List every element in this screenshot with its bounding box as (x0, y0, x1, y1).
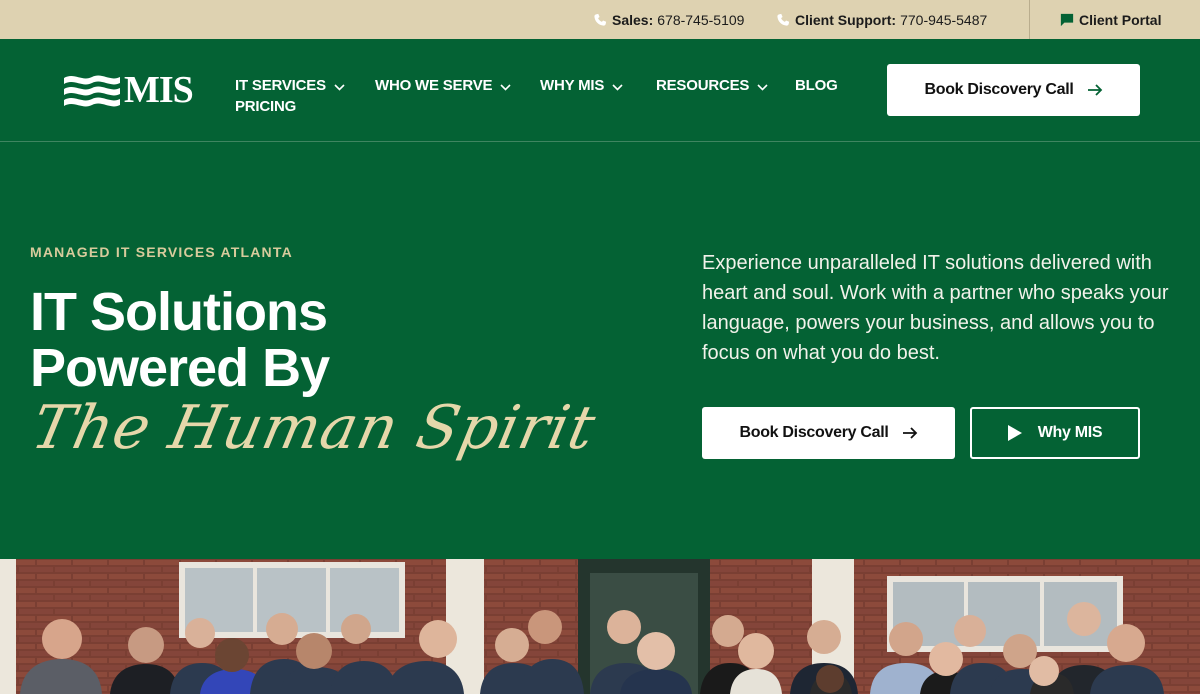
button-label: Book Discovery Call (739, 424, 889, 441)
nav-label: WHY MIS (540, 77, 605, 94)
hero-headline: IT Solutions Powered By (30, 282, 330, 398)
chat-icon (1060, 13, 1074, 26)
sales-phone: 678-745-5109 (657, 11, 745, 28)
support-phone: 770-945-5487 (900, 11, 988, 28)
nav-label: BLOG (795, 77, 838, 94)
book-discovery-call-button[interactable]: Book Discovery Call (887, 64, 1140, 116)
button-label: Book Discovery Call (924, 81, 1074, 98)
main-header: MIS IT SERVICES WHO WE SERVE WHY MIS RES… (0, 39, 1200, 142)
nav-it-services[interactable]: IT SERVICES (235, 77, 345, 94)
phone-icon (777, 13, 790, 26)
sales-phone-link[interactable]: Sales: 678-745-5109 (593, 0, 744, 39)
button-label: Why MIS (1037, 424, 1103, 441)
nav-label: IT SERVICES (235, 77, 326, 94)
hero-book-discovery-call-button[interactable]: Book Discovery Call (702, 407, 955, 459)
nav-blog[interactable]: BLOG (795, 77, 838, 94)
topbar-divider (1029, 0, 1030, 39)
nav-pricing[interactable]: PRICING (235, 98, 296, 115)
phone-icon (594, 13, 607, 26)
chevron-down-icon (757, 84, 768, 91)
nav-resources[interactable]: RESOURCES (656, 77, 768, 94)
arrow-right-icon (902, 427, 917, 439)
team-photo (0, 559, 1200, 694)
arrow-right-icon (1087, 84, 1102, 96)
headline-line-2: Powered By (30, 338, 330, 398)
support-label: Client Support: (795, 11, 897, 28)
nav-why-mis[interactable]: WHY MIS (540, 77, 623, 94)
chevron-down-icon (612, 84, 623, 91)
support-phone-link[interactable]: Client Support: 770-945-5487 (776, 0, 987, 39)
play-icon (1007, 425, 1022, 441)
nav-label: RESOURCES (656, 77, 750, 94)
logo-text: MIS (124, 69, 194, 111)
wave-logo-icon (64, 75, 120, 107)
nav-label: WHO WE SERVE (375, 77, 493, 94)
hero-intro-text: Experience unparalleled IT solutions del… (702, 252, 1169, 364)
client-portal-link[interactable]: Client Portal (1060, 0, 1161, 39)
mis-logo[interactable]: MIS (64, 69, 194, 111)
why-mis-video-button[interactable]: Why MIS (970, 407, 1140, 459)
chevron-down-icon (334, 84, 345, 91)
headline-line-1: IT Solutions (30, 282, 328, 342)
chevron-down-icon (500, 84, 511, 91)
nav-label: PRICING (235, 98, 297, 115)
hero-script-tagline: The Human Spirit (25, 393, 602, 463)
hero-eyebrow: MANAGED IT SERVICES ATLANTA (30, 244, 293, 260)
nav-who-we-serve[interactable]: WHO WE SERVE (375, 77, 511, 94)
top-utility-bar: Sales: 678-745-5109 Client Support: 770-… (0, 0, 1200, 39)
sales-label: Sales: (612, 11, 654, 28)
client-portal-label: Client Portal (1079, 11, 1162, 28)
